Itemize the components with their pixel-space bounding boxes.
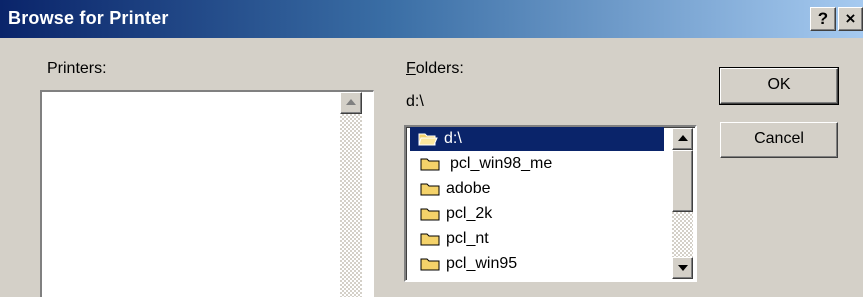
folders-label: Folders: xyxy=(406,60,464,78)
folders-tree[interactable]: d:\ pcl_win98_me adobe pcl_2k pcl_nt pcl… xyxy=(404,125,697,282)
title-bar[interactable]: Browse for Printer ? × xyxy=(0,0,863,38)
folder-item-root[interactable]: d:\ xyxy=(410,127,664,151)
folder-item-pcl-win95[interactable]: pcl_win95 xyxy=(420,252,517,276)
folder-item-adobe[interactable]: adobe xyxy=(420,177,491,201)
cancel-button[interactable]: Cancel xyxy=(720,122,838,158)
down-arrow-icon xyxy=(678,265,688,271)
up-arrow-icon xyxy=(678,135,688,141)
open-folder-icon xyxy=(418,133,438,146)
folder-icon xyxy=(420,233,440,246)
folder-item-label: pcl_win98_me xyxy=(450,155,553,172)
printers-label: Printers: xyxy=(47,60,107,77)
folders-scrollbar[interactable] xyxy=(672,128,693,279)
folder-icon xyxy=(420,183,440,196)
folder-icon xyxy=(420,158,440,171)
ok-button[interactable]: OK xyxy=(719,67,839,105)
folder-item-label: d:\ xyxy=(444,130,462,147)
folder-item-pcl-2k[interactable]: pcl_2k xyxy=(420,202,492,226)
folder-icon xyxy=(420,208,440,221)
printers-scrollbar[interactable] xyxy=(340,92,362,297)
folder-item-label: pcl_win95 xyxy=(446,255,518,272)
folders-label-access-key: F xyxy=(406,60,416,77)
up-arrow-icon xyxy=(346,99,356,105)
folders-scroll-thumb[interactable] xyxy=(672,150,693,212)
folder-item-pcl-nt[interactable]: pcl_nt xyxy=(420,227,489,251)
printers-scroll-up-button[interactable] xyxy=(340,92,362,114)
printers-list[interactable] xyxy=(40,90,374,297)
window-title: Browse for Printer xyxy=(8,8,169,28)
folders-scroll-down-button[interactable] xyxy=(672,257,693,279)
folder-item-pcl-win98-me[interactable]: pcl_win98_me xyxy=(420,152,552,176)
folder-item-label: pcl_nt xyxy=(446,230,489,247)
help-button[interactable]: ? xyxy=(810,7,836,31)
browse-for-printer-dialog: Browse for Printer ? × Printers: Folders… xyxy=(0,0,863,297)
current-path: d:\ xyxy=(406,93,424,110)
folder-icon xyxy=(420,258,440,271)
folders-label-rest: olders: xyxy=(415,60,464,77)
close-button[interactable]: × xyxy=(838,7,863,31)
folder-item-label: adobe xyxy=(446,180,491,197)
folders-scroll-up-button[interactable] xyxy=(672,128,693,150)
folder-item-label: pcl_2k xyxy=(446,205,493,222)
